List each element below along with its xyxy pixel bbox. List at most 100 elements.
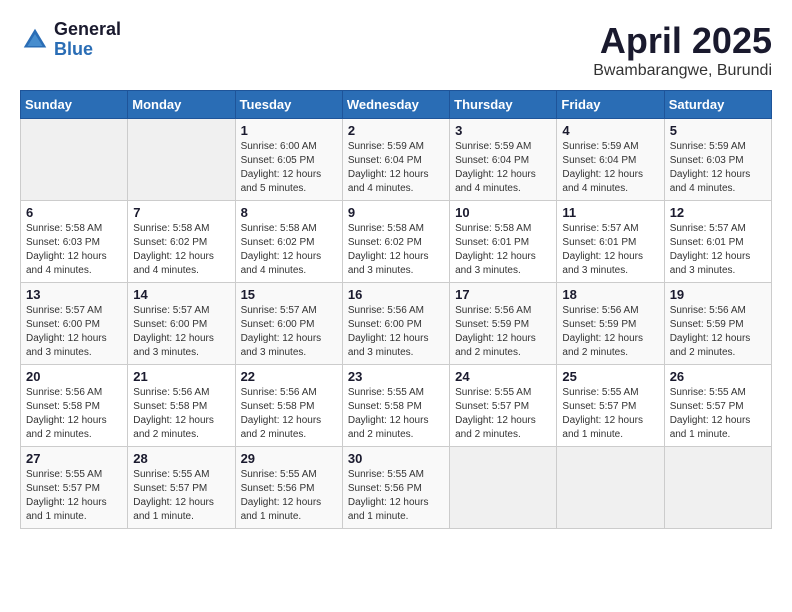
day-info: Sunrise: 5:55 AMSunset: 5:57 PMDaylight:… xyxy=(455,386,551,442)
day-info: Sunrise: 5:55 AMSunset: 5:57 PMDaylight:… xyxy=(133,468,229,524)
day-number: 1 xyxy=(241,123,337,138)
day-info: Sunrise: 5:59 AMSunset: 6:04 PMDaylight:… xyxy=(455,140,551,196)
header-cell-monday: Monday xyxy=(128,91,235,119)
day-number: 26 xyxy=(670,369,766,384)
week-row-1: 1 Sunrise: 6:00 AMSunset: 6:05 PMDaylight… xyxy=(21,119,772,201)
day-number: 18 xyxy=(562,287,658,302)
day-number: 22 xyxy=(241,369,337,384)
calendar-table: SundayMondayTuesdayWednesdayThursdayFrid… xyxy=(20,90,772,529)
day-info: Sunrise: 5:56 AMSunset: 6:00 PMDaylight:… xyxy=(348,304,444,360)
logo: General Blue xyxy=(20,20,121,60)
day-number: 27 xyxy=(26,451,122,466)
week-row-5: 27 Sunrise: 5:55 AMSunset: 5:57 PMDayligh… xyxy=(21,447,772,529)
day-number: 9 xyxy=(348,205,444,220)
day-cell xyxy=(557,447,664,529)
day-cell: 28 Sunrise: 5:55 AMSunset: 5:57 PMDayligh… xyxy=(128,447,235,529)
day-info: Sunrise: 5:56 AMSunset: 5:58 PMDaylight:… xyxy=(133,386,229,442)
day-number: 6 xyxy=(26,205,122,220)
day-cell: 27 Sunrise: 5:55 AMSunset: 5:57 PMDayligh… xyxy=(21,447,128,529)
day-cell: 22 Sunrise: 5:56 AMSunset: 5:58 PMDayligh… xyxy=(235,365,342,447)
day-info: Sunrise: 5:59 AMSunset: 6:04 PMDaylight:… xyxy=(348,140,444,196)
page-header: General Blue April 2025 Bwambarangwe, Bu… xyxy=(20,20,772,80)
day-cell: 9Sunrise: 5:58 AMSunset: 6:02 PMDaylight… xyxy=(342,201,449,283)
day-cell: 5 Sunrise: 5:59 AMSunset: 6:03 PMDaylight… xyxy=(664,119,771,201)
day-cell xyxy=(21,119,128,201)
day-info: Sunrise: 5:56 AMSunset: 5:58 PMDaylight:… xyxy=(241,386,337,442)
day-number: 11 xyxy=(562,205,658,220)
day-cell: 3 Sunrise: 5:59 AMSunset: 6:04 PMDaylight… xyxy=(450,119,557,201)
day-cell: 19Sunrise: 5:56 AMSunset: 5:59 PMDayligh… xyxy=(664,283,771,365)
calendar-header: SundayMondayTuesdayWednesdayThursdayFrid… xyxy=(21,91,772,119)
day-info: Sunrise: 5:56 AMSunset: 5:59 PMDaylight:… xyxy=(455,304,551,360)
day-cell: 4 Sunrise: 5:59 AMSunset: 6:04 PMDaylight… xyxy=(557,119,664,201)
day-number: 16 xyxy=(348,287,444,302)
day-number: 15 xyxy=(241,287,337,302)
day-cell xyxy=(664,447,771,529)
day-number: 13 xyxy=(26,287,122,302)
day-cell: 14Sunrise: 5:57 AMSunset: 6:00 PMDayligh… xyxy=(128,283,235,365)
day-number: 17 xyxy=(455,287,551,302)
calendar-body: 1 Sunrise: 6:00 AMSunset: 6:05 PMDaylight… xyxy=(21,119,772,529)
day-info: Sunrise: 5:55 AMSunset: 5:56 PMDaylight:… xyxy=(348,468,444,524)
day-info: Sunrise: 5:58 AMSunset: 6:02 PMDaylight:… xyxy=(241,222,337,278)
day-cell: 7Sunrise: 5:58 AMSunset: 6:02 PMDaylight… xyxy=(128,201,235,283)
day-number: 3 xyxy=(455,123,551,138)
day-info: Sunrise: 5:56 AMSunset: 5:59 PMDaylight:… xyxy=(562,304,658,360)
week-row-3: 13 Sunrise: 5:57 AMSunset: 6:00 PMDayligh… xyxy=(21,283,772,365)
day-cell: 10Sunrise: 5:58 AMSunset: 6:01 PMDayligh… xyxy=(450,201,557,283)
header-cell-tuesday: Tuesday xyxy=(235,91,342,119)
day-cell: 6Sunrise: 5:58 AMSunset: 6:03 PMDaylight… xyxy=(21,201,128,283)
day-info: Sunrise: 5:59 AMSunset: 6:04 PMDaylight:… xyxy=(562,140,658,196)
day-cell: 1 Sunrise: 6:00 AMSunset: 6:05 PMDaylight… xyxy=(235,119,342,201)
day-number: 2 xyxy=(348,123,444,138)
day-info: Sunrise: 5:55 AMSunset: 5:57 PMDaylight:… xyxy=(670,386,766,442)
day-number: 21 xyxy=(133,369,229,384)
logo-icon xyxy=(20,25,50,55)
day-number: 28 xyxy=(133,451,229,466)
day-cell: 20 Sunrise: 5:56 AMSunset: 5:58 PMDayligh… xyxy=(21,365,128,447)
header-cell-saturday: Saturday xyxy=(664,91,771,119)
day-cell: 18 Sunrise: 5:56 AMSunset: 5:59 PMDayligh… xyxy=(557,283,664,365)
day-info: Sunrise: 5:57 AMSunset: 6:01 PMDaylight:… xyxy=(670,222,766,278)
day-cell: 11 Sunrise: 5:57 AMSunset: 6:01 PMDayligh… xyxy=(557,201,664,283)
day-number: 20 xyxy=(26,369,122,384)
title-area: April 2025 Bwambarangwe, Burundi xyxy=(593,20,772,80)
day-info: Sunrise: 6:00 AMSunset: 6:05 PMDaylight:… xyxy=(241,140,337,196)
day-cell: 21 Sunrise: 5:56 AMSunset: 5:58 PMDayligh… xyxy=(128,365,235,447)
day-number: 23 xyxy=(348,369,444,384)
day-number: 24 xyxy=(455,369,551,384)
header-row: SundayMondayTuesdayWednesdayThursdayFrid… xyxy=(21,91,772,119)
day-number: 19 xyxy=(670,287,766,302)
day-cell: 15 Sunrise: 5:57 AMSunset: 6:00 PMDayligh… xyxy=(235,283,342,365)
day-cell: 8 Sunrise: 5:58 AMSunset: 6:02 PMDaylight… xyxy=(235,201,342,283)
header-cell-thursday: Thursday xyxy=(450,91,557,119)
header-cell-wednesday: Wednesday xyxy=(342,91,449,119)
day-cell xyxy=(128,119,235,201)
day-info: Sunrise: 5:56 AMSunset: 5:58 PMDaylight:… xyxy=(26,386,122,442)
day-number: 30 xyxy=(348,451,444,466)
week-row-2: 6Sunrise: 5:58 AMSunset: 6:03 PMDaylight… xyxy=(21,201,772,283)
day-number: 29 xyxy=(241,451,337,466)
day-info: Sunrise: 5:57 AMSunset: 6:00 PMDaylight:… xyxy=(241,304,337,360)
day-cell: 2 Sunrise: 5:59 AMSunset: 6:04 PMDaylight… xyxy=(342,119,449,201)
day-cell: 17 Sunrise: 5:56 AMSunset: 5:59 PMDayligh… xyxy=(450,283,557,365)
day-number: 4 xyxy=(562,123,658,138)
location-title: Bwambarangwe, Burundi xyxy=(593,62,772,80)
week-row-4: 20 Sunrise: 5:56 AMSunset: 5:58 PMDayligh… xyxy=(21,365,772,447)
day-number: 25 xyxy=(562,369,658,384)
day-info: Sunrise: 5:57 AMSunset: 6:00 PMDaylight:… xyxy=(26,304,122,360)
day-number: 5 xyxy=(670,123,766,138)
logo-text: General Blue xyxy=(54,20,121,60)
day-info: Sunrise: 5:59 AMSunset: 6:03 PMDaylight:… xyxy=(670,140,766,196)
day-info: Sunrise: 5:57 AMSunset: 6:00 PMDaylight:… xyxy=(133,304,229,360)
day-info: Sunrise: 5:57 AMSunset: 6:01 PMDaylight:… xyxy=(562,222,658,278)
logo-blue-text: Blue xyxy=(54,40,121,60)
day-cell: 30 Sunrise: 5:55 AMSunset: 5:56 PMDayligh… xyxy=(342,447,449,529)
header-cell-sunday: Sunday xyxy=(21,91,128,119)
day-cell: 29Sunrise: 5:55 AMSunset: 5:56 PMDayligh… xyxy=(235,447,342,529)
day-cell: 13 Sunrise: 5:57 AMSunset: 6:00 PMDayligh… xyxy=(21,283,128,365)
day-info: Sunrise: 5:58 AMSunset: 6:01 PMDaylight:… xyxy=(455,222,551,278)
day-number: 8 xyxy=(241,205,337,220)
day-info: Sunrise: 5:55 AMSunset: 5:57 PMDaylight:… xyxy=(26,468,122,524)
day-info: Sunrise: 5:55 AMSunset: 5:57 PMDaylight:… xyxy=(562,386,658,442)
